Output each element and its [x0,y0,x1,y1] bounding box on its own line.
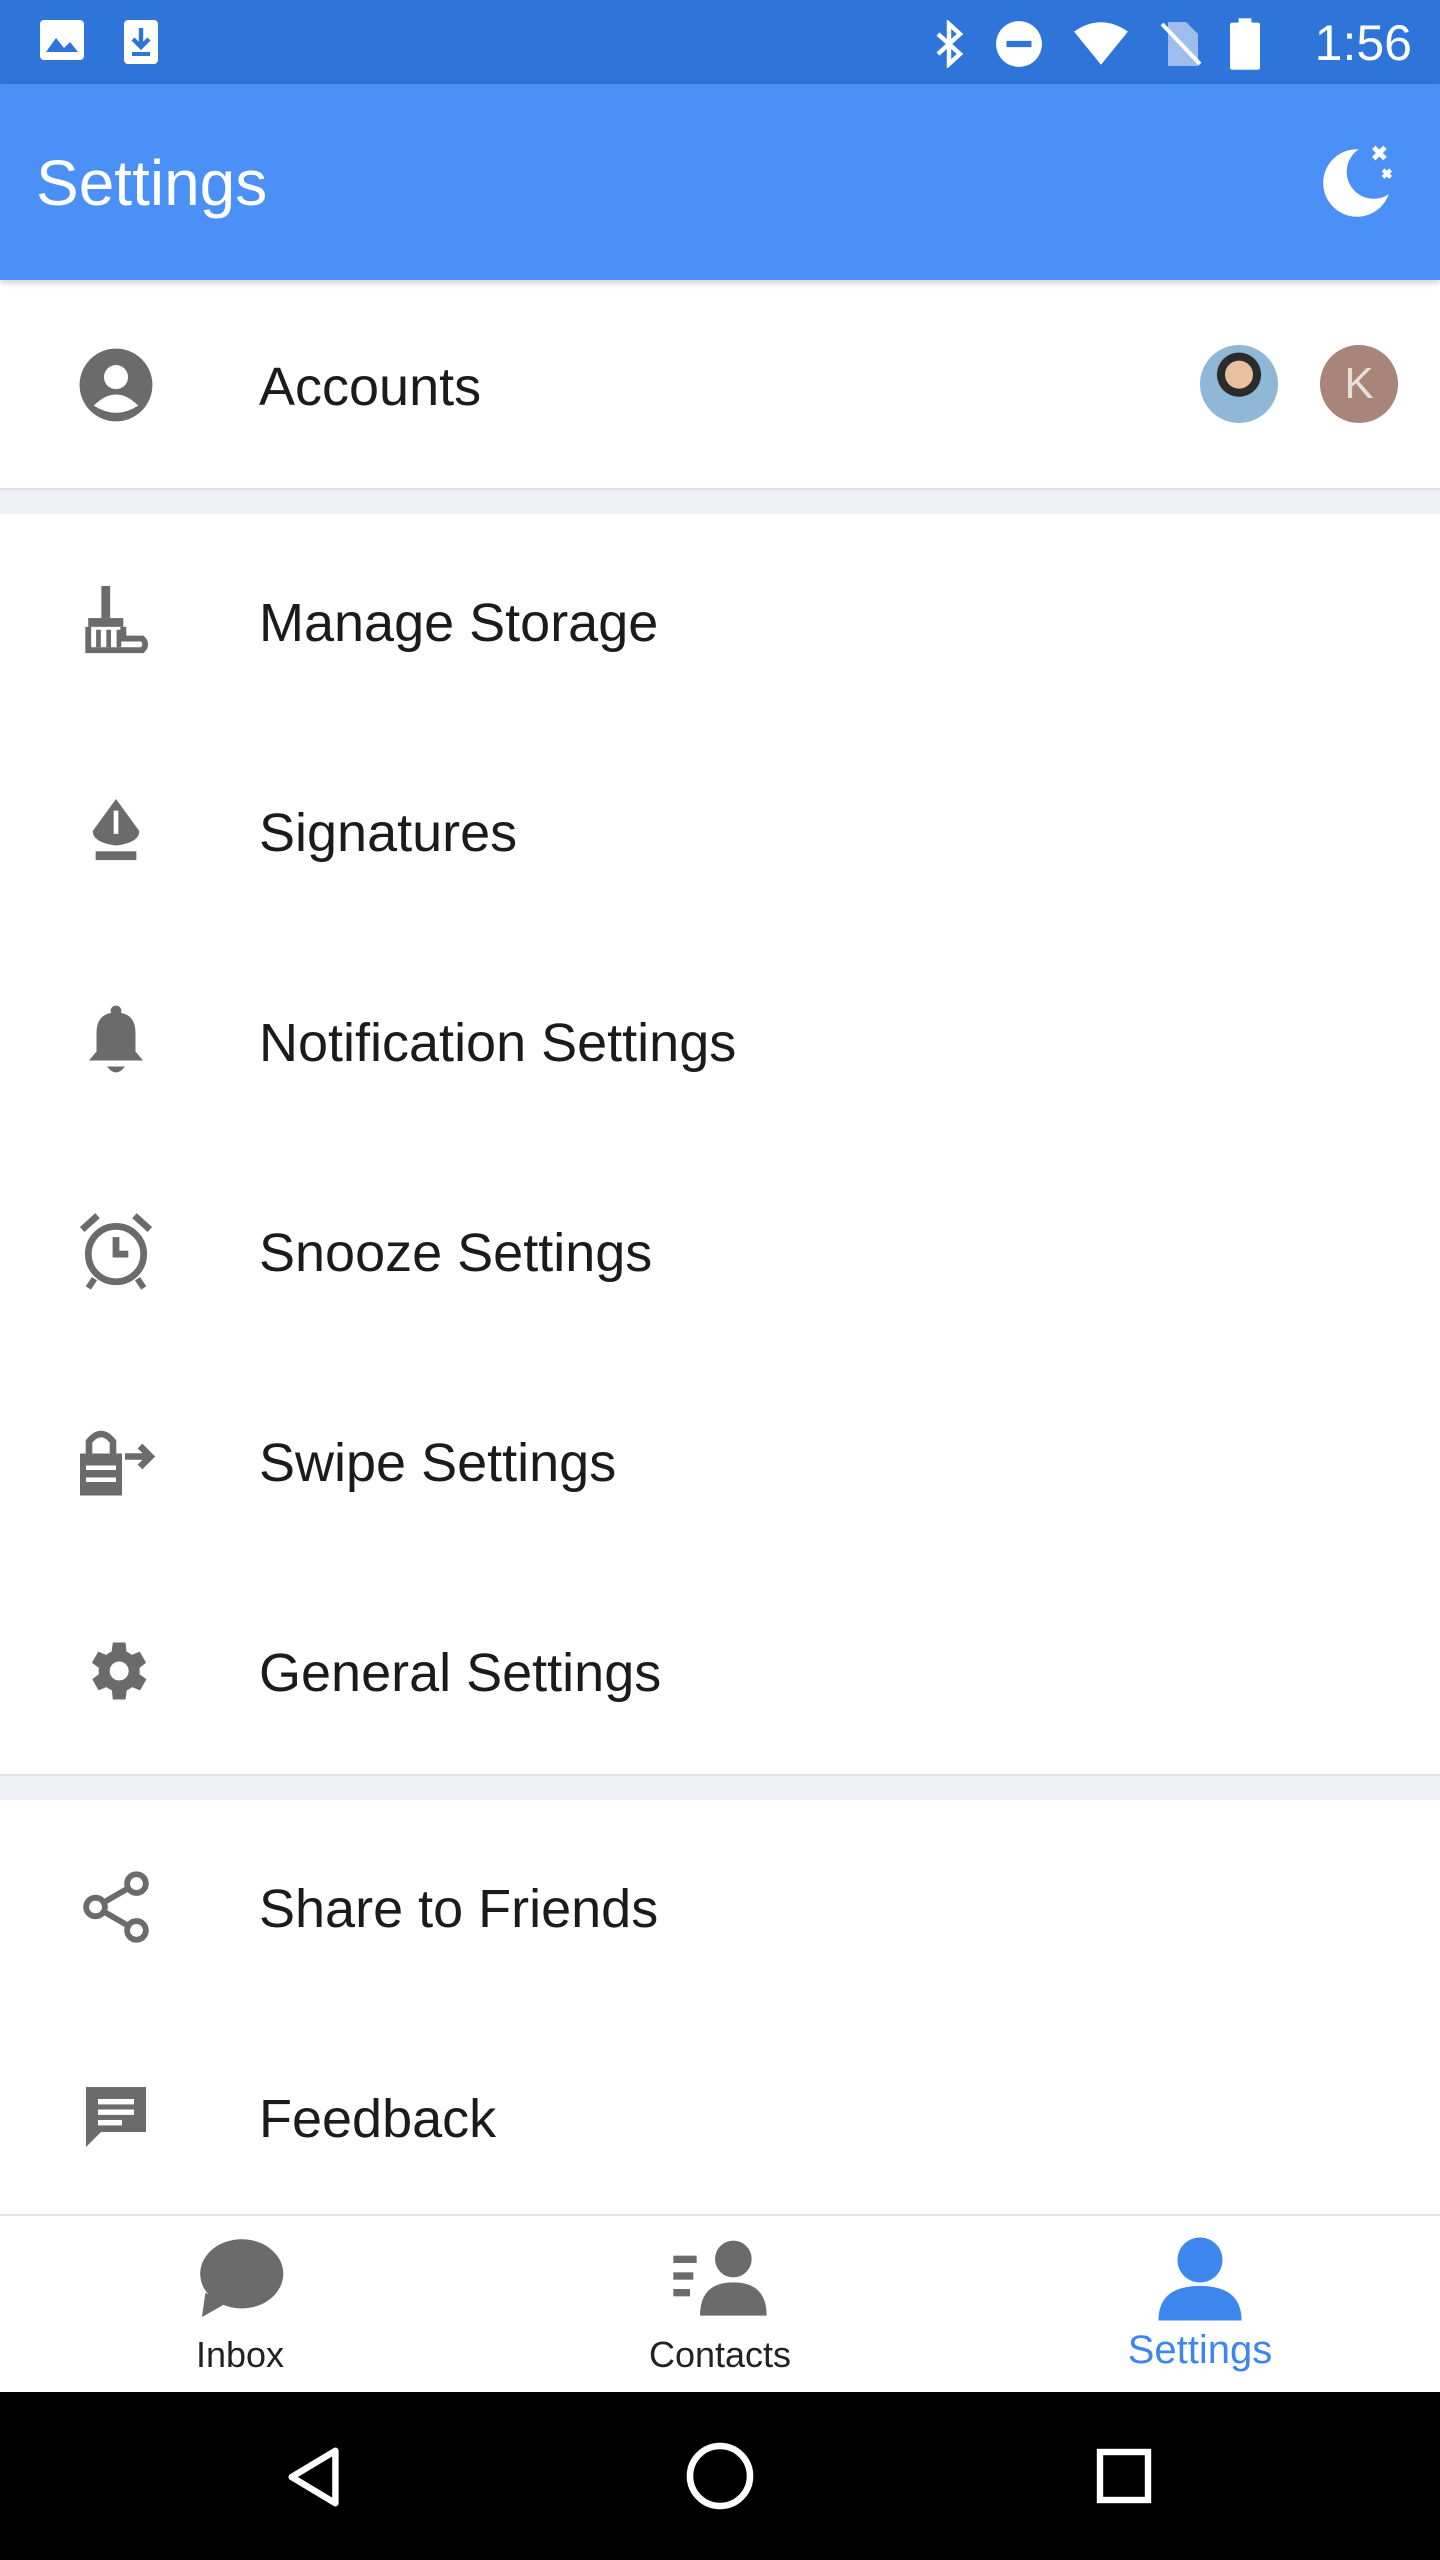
tab-contacts-label: Contacts [648,2334,792,2375]
tab-contacts[interactable]: Contacts [570,2216,870,2394]
app-bar: Settings [0,84,1440,280]
tab-settings-label: Settings [1127,2328,1273,2372]
back-triangle-icon [288,2447,339,2507]
tab-inbox-label: Inbox [195,2334,285,2375]
account-avatar-initial[interactable]: K [1320,345,1398,423]
bell-icon [68,1005,164,1077]
alarm-clock-icon [68,1213,164,1290]
status-bar: 1:56 [0,0,1440,84]
general-settings-row[interactable]: General Settings [0,1566,1440,1776]
notification-settings-row[interactable]: Notification Settings [0,936,1440,1146]
snooze-settings-row[interactable]: Snooze Settings [0,1146,1440,1356]
gear-icon [68,1635,164,1707]
notification-settings-label: Notification Settings [259,1013,737,1073]
feedback-row[interactable]: Feedback [0,2012,1440,2222]
recents-square-icon [1096,2448,1152,2504]
download-icon [122,18,160,71]
share-to-friends-row[interactable]: Share to Friends [0,1802,1440,2012]
page-title: Settings [36,147,268,219]
accounts-label: Accounts [259,357,482,417]
snooze-settings-label: Snooze Settings [259,1223,653,1283]
night-mode-icon [1323,145,1393,217]
manage-storage-row[interactable]: Manage Storage [0,516,1440,726]
swipe-settings-label: Swipe Settings [259,1433,617,1493]
swipe-icon [68,1425,164,1497]
recents-button[interactable] [1092,2444,1156,2508]
image-icon [38,18,86,71]
general-settings-label: General Settings [259,1643,662,1703]
signatures-row[interactable]: Signatures [0,726,1440,936]
tab-inbox[interactable]: Inbox [90,2216,390,2394]
broom-icon [68,585,164,657]
home-circle-icon [686,2442,754,2510]
wifi-icon [1072,21,1130,72]
section-divider [0,1774,1440,1800]
back-button[interactable] [280,2442,350,2512]
contacts-icon [670,2234,770,2324]
section-divider [0,488,1440,514]
bluetooth-icon [932,19,966,73]
feedback-icon [68,2081,164,2153]
status-time: 1:56 [1314,15,1412,71]
home-button[interactable] [684,2440,756,2512]
signatures-label: Signatures [259,803,518,863]
battery-icon [1230,18,1260,75]
bottom-navigation: Inbox Contacts Settings [0,2214,1440,2394]
do-not-disturb-icon [994,19,1044,74]
pen-nib-icon [68,795,164,867]
account-avatar-photo[interactable] [1200,345,1278,423]
tab-settings[interactable]: Settings [1050,2216,1350,2394]
person-icon [1150,2234,1250,2324]
share-icon [68,1871,164,1943]
feedback-label: Feedback [259,2089,497,2149]
share-to-friends-label: Share to Friends [259,1879,659,1939]
account-circle-icon [68,348,164,422]
chat-bubble-icon [190,2234,290,2324]
manage-storage-label: Manage Storage [259,593,659,653]
system-navigation-bar [0,2392,1440,2560]
no-sim-icon [1158,20,1202,73]
swipe-settings-row[interactable]: Swipe Settings [0,1356,1440,1566]
night-mode-button[interactable] [1310,138,1400,228]
